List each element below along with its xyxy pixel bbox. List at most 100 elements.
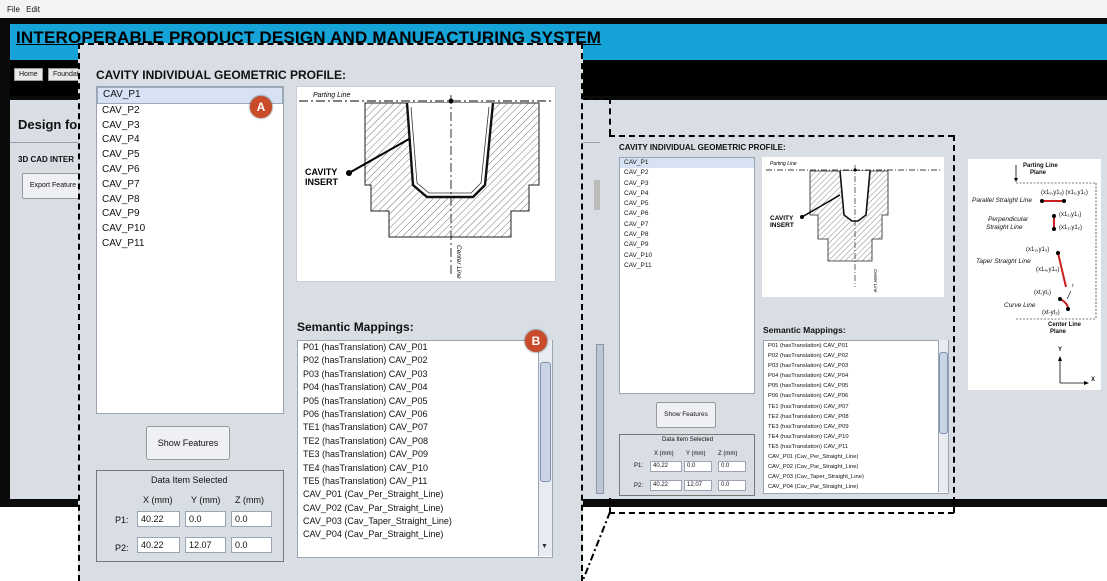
p2-x-field[interactable]: 40.22	[137, 537, 180, 553]
list-item[interactable]: TE3 (hasTranslation) CAV_P09	[764, 422, 948, 432]
legend-taper-label: Taper Straight Line	[976, 258, 1031, 265]
list-item[interactable]: CAV_P10	[620, 251, 754, 261]
right-semantic-list[interactable]: P01 (hasTranslation) CAV_P01 P02 (hasTra…	[763, 340, 949, 494]
list-item[interactable]: CAV_P3	[620, 179, 754, 189]
list-item[interactable]: CAV_P02 (Cav_Par_Straight_Line)	[298, 502, 552, 515]
list-item[interactable]: TE5 (hasTranslation) CAV_P11	[764, 442, 948, 452]
data-item-title: Data Item Selected	[151, 475, 228, 485]
list-item[interactable]: P05 (hasTranslation) CAV_P05	[298, 395, 552, 408]
show-features-button[interactable]: Show Features	[146, 426, 230, 460]
list-item[interactable]: P03 (hasTranslation) CAV_P03	[764, 361, 948, 371]
badge-a: A	[250, 96, 272, 118]
list-item[interactable]: CAV_P03 (Cav_Taper_Straight_Line)	[298, 515, 552, 528]
export-features-button[interactable]: Export Feature	[22, 173, 84, 199]
profile-list[interactable]: CAV_P1 CAV_P2 CAV_P3 CAV_P4 CAV_P5 CAV_P…	[96, 86, 284, 414]
list-item[interactable]: TE3 (hasTranslation) CAV_P09	[298, 448, 552, 461]
legend-taper-point-2: (x1₄,y1₄)	[1036, 267, 1060, 273]
list-item[interactable]: CAV_P02 (Cav_Par_Straight_Line)	[764, 462, 948, 472]
cavity-label: CAVITY	[770, 215, 794, 222]
list-item[interactable]: CAV_P04 (Cav_Par_Straight_Line)	[298, 528, 552, 541]
right-data-item-group: Data Item Selected X (mm) Y (mm) Z (mm) …	[619, 434, 755, 496]
background-scrollbar[interactable]	[596, 344, 604, 494]
right-cavity-drawing: Parting Line CAVITY INSERT Center Line	[762, 157, 944, 297]
nav-home-button[interactable]: Home	[14, 68, 43, 81]
p2-y-field[interactable]: 12.07	[185, 537, 226, 553]
list-item[interactable]: CAV_P3	[97, 119, 283, 134]
list-item[interactable]: CAV_P11	[97, 237, 283, 252]
right-scrollbar-thumb[interactable]	[939, 352, 948, 434]
list-item[interactable]: CAV_P7	[97, 178, 283, 193]
list-item[interactable]: P06 (hasTranslation) CAV_P06	[764, 391, 948, 401]
list-item[interactable]: CAV_P01 (Cav_Per_Straight_Line)	[298, 488, 552, 501]
list-item[interactable]: CAV_P1	[620, 158, 754, 169]
list-item[interactable]: CAV_P2	[620, 168, 754, 178]
legend-taper-point-1: (x1₃,y1₃)	[1026, 247, 1050, 253]
right-p2-y-field[interactable]: 12.07	[684, 480, 712, 491]
list-item[interactable]: CAV_P4	[620, 189, 754, 199]
right-p2-x-field[interactable]: 40.22	[650, 480, 682, 491]
scroll-down-icon[interactable]: ▼	[541, 543, 548, 550]
callout-line	[609, 512, 954, 514]
right-p1-y-field[interactable]: 0.0	[684, 461, 712, 472]
scrollbar-thumb[interactable]	[540, 362, 551, 482]
list-item[interactable]: CAV_P9	[620, 240, 754, 250]
list-item[interactable]: CAV_P8	[97, 193, 283, 208]
legend-axis-y-label: Y	[1058, 347, 1063, 353]
list-item[interactable]: CAV_P9	[97, 207, 283, 222]
list-item[interactable]: TE4 (hasTranslation) CAV_P10	[764, 432, 948, 442]
legend-perp-label-2: Straight Line	[986, 224, 1023, 231]
list-item[interactable]: TE5 (hasTranslation) CAV_P11	[298, 475, 552, 488]
list-item[interactable]: P01 (hasTranslation) CAV_P01	[298, 341, 552, 354]
list-item[interactable]: P04 (hasTranslation) CAV_P04	[764, 371, 948, 381]
right-p2-z-field[interactable]: 0.0	[718, 480, 746, 491]
menu-file[interactable]: File	[7, 5, 20, 14]
list-item[interactable]: CAV_P4	[97, 133, 283, 148]
col-z-label: Z (mm)	[235, 495, 264, 505]
list-item[interactable]: P03 (hasTranslation) CAV_P03	[298, 368, 552, 381]
legend-parting-line-label: Parting Line	[1023, 163, 1058, 169]
list-item[interactable]: CAV_P10	[97, 222, 283, 237]
list-item[interactable]: CAV_P5	[620, 199, 754, 209]
list-item[interactable]: P02 (hasTranslation) CAV_P02	[298, 354, 552, 367]
right-show-features-button[interactable]: Show Features	[656, 402, 716, 428]
p1-z-field[interactable]: 0.0	[231, 511, 272, 527]
list-item[interactable]: TE2 (hasTranslation) CAV_P08	[764, 412, 948, 422]
list-item[interactable]: CAV_P6	[620, 209, 754, 219]
legend-curve-point-1: (xt,yt₁)	[1034, 290, 1052, 296]
legend-parallel-label: Parallel Straight Line	[972, 197, 1032, 204]
callout-line	[609, 98, 611, 135]
legend-curve-label: Curve Line	[1004, 302, 1036, 309]
list-item[interactable]: TE1 (hasTranslation) CAV_P07	[298, 421, 552, 434]
list-item[interactable]: TE1 (hasTranslation) CAV_P07	[764, 402, 948, 412]
p1-label: P1:	[115, 515, 129, 525]
list-item[interactable]: P01 (hasTranslation) CAV_P01	[764, 341, 948, 351]
background-strip	[594, 180, 600, 210]
list-item[interactable]: CAV_P04 (Cav_Par_Straight_Line)	[764, 482, 948, 492]
list-item[interactable]: CAV_P8	[620, 230, 754, 240]
list-item[interactable]: CAV_P03 (Cav_Taper_Straight_Line)	[764, 472, 948, 482]
list-item[interactable]: CAV_P11	[620, 261, 754, 271]
callout-line	[953, 135, 955, 513]
list-item[interactable]: P06 (hasTranslation) CAV_P06	[298, 408, 552, 421]
p1-y-field[interactable]: 0.0	[185, 511, 226, 527]
legend-perp-point-2: (x1₂,y1₂)	[1059, 225, 1082, 231]
list-item[interactable]: P02 (hasTranslation) CAV_P02	[764, 351, 948, 361]
list-item[interactable]: P05 (hasTranslation) CAV_P05	[764, 381, 948, 391]
list-item[interactable]: TE4 (hasTranslation) CAV_P10	[298, 462, 552, 475]
cavity-drawing: Parting Line CAVITY INSERT Center Line	[296, 86, 556, 282]
list-item[interactable]: CAV_P5	[97, 148, 283, 163]
p1-x-field[interactable]: 40.22	[137, 511, 180, 527]
list-item[interactable]: TE2 (hasTranslation) CAV_P08	[298, 435, 552, 448]
list-item[interactable]: CAV_P7	[620, 220, 754, 230]
list-item[interactable]: P04 (hasTranslation) CAV_P04	[298, 381, 552, 394]
list-item[interactable]: CAV_P01 (Cav_Per_Straight_Line)	[764, 452, 948, 462]
right-p1-x-field[interactable]: 40.22	[650, 461, 682, 472]
menu-edit[interactable]: Edit	[26, 5, 40, 14]
semantic-mappings-list[interactable]: P01 (hasTranslation) CAV_P01 P02 (hasTra…	[297, 340, 553, 558]
right-p2-label: P2:	[634, 483, 644, 489]
right-profile-list[interactable]: CAV_P1 CAV_P2 CAV_P3 CAV_P4 CAV_P5 CAV_P…	[619, 157, 755, 394]
p2-z-field[interactable]: 0.0	[231, 537, 272, 553]
right-panel-heading: CAVITY INDIVIDUAL GEOMETRIC PROFILE:	[619, 143, 786, 152]
right-p1-z-field[interactable]: 0.0	[718, 461, 746, 472]
list-item[interactable]: CAV_P6	[97, 163, 283, 178]
